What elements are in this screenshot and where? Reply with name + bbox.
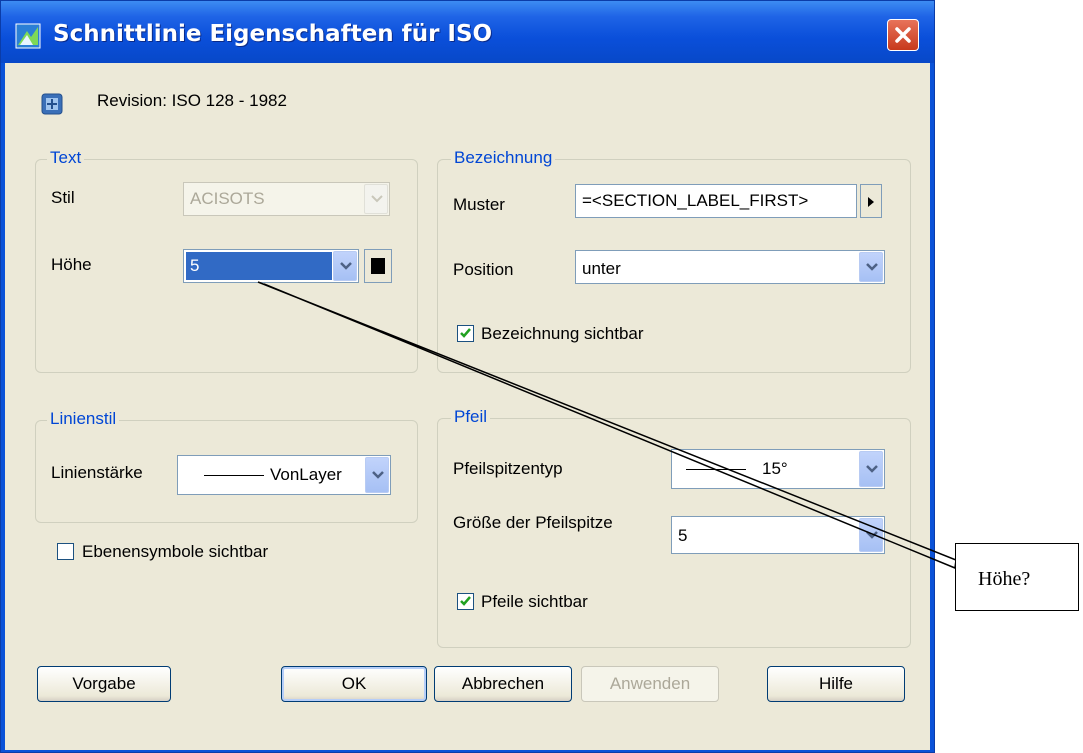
annotation-leader — [257, 281, 957, 570]
annotation-text: Höhe? — [978, 568, 1031, 590]
annotation-callout: Höhe? — [955, 543, 1079, 611]
